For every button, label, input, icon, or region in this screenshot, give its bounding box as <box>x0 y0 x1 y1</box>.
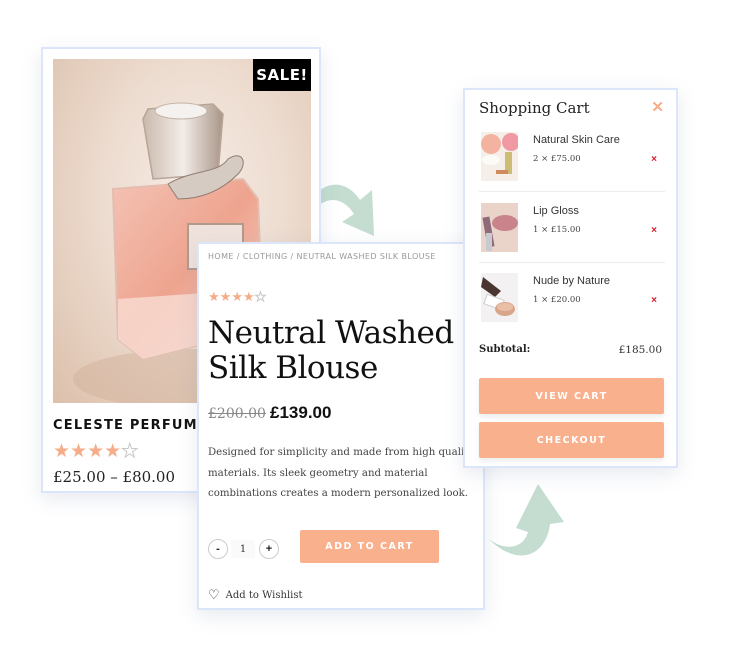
quantity-increment-button[interactable]: + <box>259 539 279 559</box>
star-rating: ★ ★ ★ ★ ★ <box>53 441 139 462</box>
checkout-button[interactable]: CHECKOUT <box>479 422 664 458</box>
product-name[interactable]: CELESTE PERFUME <box>53 418 208 433</box>
wishlist-label: Add to Wishlist <box>225 590 303 601</box>
star-filled-icon: ★ <box>219 289 232 304</box>
cart-item: Nude by Nature 1 × £20.00 × <box>479 273 665 343</box>
shopping-cart-panel: Shopping Cart ✕ Natural Skin Care 2 × £7… <box>463 88 678 468</box>
product-description: Designed for simplicity and made from hi… <box>208 447 475 499</box>
star-filled-icon: ★ <box>53 441 71 462</box>
remove-item-icon[interactable]: × <box>651 225 657 236</box>
cart-item-name[interactable]: Lip Gloss <box>533 205 579 217</box>
subtotal-label: Subtotal: <box>479 344 531 355</box>
remove-item-icon[interactable]: × <box>651 295 657 306</box>
star-filled-icon: ★ <box>242 289 255 304</box>
sale-badge: SALE! <box>253 59 311 91</box>
star-filled-icon: ★ <box>87 441 105 462</box>
remove-item-icon[interactable]: × <box>651 154 657 165</box>
star-filled-icon: ★ <box>70 441 88 462</box>
heart-icon: ♡ <box>208 588 220 603</box>
add-to-wishlist-link[interactable]: ♡ Add to Wishlist <box>208 589 303 602</box>
subtotal-value: £185.00 <box>618 344 662 356</box>
cart-item-quantity: 1 × £15.00 <box>533 225 581 235</box>
product-detail-card: HOME / CLOTHING / NEUTRAL WASHED SILK BL… <box>197 242 485 610</box>
star-filled-icon: ★ <box>104 441 122 462</box>
star-filled-icon: ★ <box>208 289 220 304</box>
product-title: Neutral Washed Silk Blouse <box>208 315 454 386</box>
cart-item-name[interactable]: Nude by Nature <box>533 275 610 287</box>
quantity-decrement-button[interactable]: - <box>208 539 228 559</box>
star-rating: ★ ★ ★ ★ ★ <box>208 289 267 304</box>
curved-arrow-icon <box>474 484 564 556</box>
star-empty-icon: ★ <box>254 289 267 304</box>
close-icon[interactable]: ✕ <box>651 100 664 115</box>
original-price: £200.00 <box>208 406 266 422</box>
quantity-input[interactable] <box>231 540 255 558</box>
price-range: £25.00 – £80.00 <box>53 468 176 486</box>
view-cart-button[interactable]: VIEW CART <box>479 378 664 414</box>
divider <box>479 191 665 192</box>
cart-item-thumbnail[interactable] <box>481 273 518 322</box>
cart-item-name[interactable]: Natural Skin Care <box>533 134 620 146</box>
sale-price: £139.00 <box>270 403 332 422</box>
cart-item-quantity: 2 × £75.00 <box>533 154 581 164</box>
star-empty-icon: ★ <box>121 441 139 462</box>
cart-item-thumbnail[interactable] <box>481 203 518 252</box>
breadcrumb[interactable]: HOME / CLOTHING / NEUTRAL WASHED SILK BL… <box>208 252 436 261</box>
cart-item-quantity: 1 × £20.00 <box>533 295 581 305</box>
cart-title: Shopping Cart <box>479 99 590 117</box>
star-filled-icon: ★ <box>231 289 243 304</box>
divider <box>479 262 665 263</box>
cart-item-thumbnail[interactable] <box>481 132 518 181</box>
add-to-cart-button[interactable]: ADD TO CART <box>300 530 439 563</box>
